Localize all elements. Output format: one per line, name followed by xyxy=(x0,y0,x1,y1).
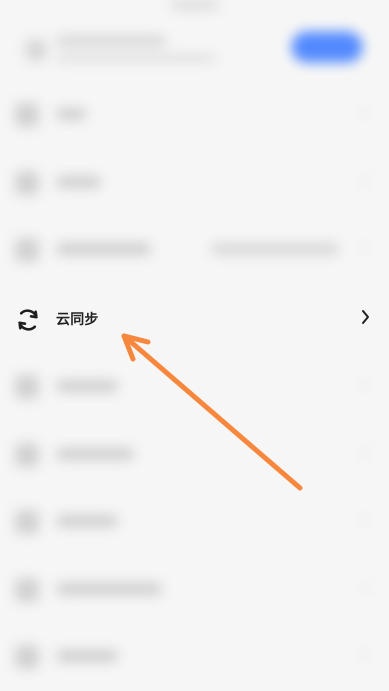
chevron-right-icon: › xyxy=(361,170,369,191)
settings-screen: › › › › › › › › 云同步 xyxy=(0,0,389,691)
row-label-placeholder xyxy=(56,650,118,662)
settings-row-blurred-1[interactable]: › xyxy=(0,90,389,140)
header-action-button[interactable] xyxy=(292,32,362,62)
row-label-placeholder xyxy=(56,380,118,392)
chevron-right-icon xyxy=(361,308,371,326)
avatar xyxy=(24,38,48,62)
row-label-placeholder xyxy=(56,176,101,188)
row-icon xyxy=(15,375,39,399)
row-icon xyxy=(15,171,39,195)
chevron-right-icon: › xyxy=(361,237,369,258)
settings-row-blurred-4[interactable]: › xyxy=(0,362,389,412)
row-icon xyxy=(15,510,39,534)
chevron-right-icon: › xyxy=(361,102,369,123)
row-icon xyxy=(15,443,39,467)
settings-row-blurred-6[interactable]: › xyxy=(0,497,389,547)
settings-row-blurred-8[interactable]: › xyxy=(0,632,389,682)
settings-row-blurred-3[interactable]: › xyxy=(0,225,389,275)
row-icon xyxy=(15,645,39,669)
row-value-placeholder xyxy=(211,243,339,255)
settings-row-blurred-7[interactable]: › xyxy=(0,565,389,615)
chevron-right-icon: › xyxy=(361,442,369,463)
row-label-placeholder xyxy=(56,515,118,527)
row-icon xyxy=(15,578,39,602)
row-label-placeholder xyxy=(56,243,151,255)
cloud-sync-row[interactable]: 云同步 xyxy=(0,293,389,347)
row-icon xyxy=(15,238,39,262)
row-label-placeholder xyxy=(56,108,86,120)
row-label-placeholder xyxy=(56,583,162,595)
sync-icon xyxy=(14,306,42,334)
chevron-right-icon: › xyxy=(361,644,369,665)
cloud-sync-label: 云同步 xyxy=(56,312,99,328)
settings-row-blurred-5[interactable]: › xyxy=(0,430,389,480)
account-name-placeholder xyxy=(56,36,166,46)
chevron-right-icon: › xyxy=(361,509,369,530)
settings-row-blurred-2[interactable]: › xyxy=(0,158,389,208)
row-icon xyxy=(15,103,39,127)
status-bar-notch xyxy=(170,0,220,10)
account-subtitle-placeholder xyxy=(56,54,216,62)
chevron-right-icon: › xyxy=(361,577,369,598)
row-label-placeholder xyxy=(56,448,134,460)
account-header xyxy=(0,18,389,78)
chevron-right-icon: › xyxy=(361,374,369,395)
